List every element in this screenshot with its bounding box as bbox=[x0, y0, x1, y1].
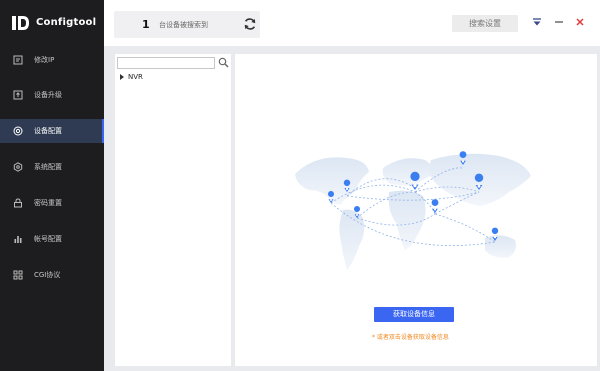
search-icon[interactable] bbox=[218, 57, 229, 68]
hint-text: * 或者双击设备获取设备信息 bbox=[372, 334, 449, 341]
sidebar-item-device-upgrade[interactable]: 设备升级 bbox=[0, 83, 104, 107]
sidebar-item-label: 设备升级 bbox=[34, 91, 62, 99]
minimize-icon[interactable] bbox=[553, 16, 565, 28]
refresh-icon[interactable] bbox=[243, 17, 257, 31]
sidebar-item-label: 修改IP bbox=[34, 56, 55, 64]
sidebar-item-label: 系统配置 bbox=[34, 163, 62, 171]
edit-ip-icon bbox=[13, 55, 23, 65]
world-map-illustration bbox=[295, 151, 531, 270]
app-name: Configtool bbox=[36, 17, 97, 28]
tree-node-nvr[interactable]: NVR bbox=[119, 73, 143, 81]
content-area: NVR 获取设备信息 * 或者双击设备获取设备信息 bbox=[104, 46, 600, 371]
tree-node-label: NVR bbox=[128, 73, 143, 81]
sidebar-item-edit-ip[interactable]: 修改IP bbox=[0, 48, 104, 72]
search-settings-button[interactable]: 搜索设置 bbox=[452, 15, 518, 32]
account-config-icon bbox=[14, 236, 22, 243]
app-logo: Configtool bbox=[0, 0, 104, 46]
tree-search-input[interactable] bbox=[117, 57, 215, 69]
device-count-box: 1 台设备被搜索到 bbox=[114, 11, 260, 38]
close-icon[interactable] bbox=[574, 16, 586, 28]
expand-caret-icon[interactable] bbox=[119, 73, 125, 81]
device-count-text: 台设备被搜索到 bbox=[159, 21, 208, 29]
device-count: 1 bbox=[142, 18, 150, 31]
app-logo-icon bbox=[12, 16, 29, 30]
sidebar-item-label: CGI协议 bbox=[34, 271, 61, 279]
sidebar-item-label: 帐号配置 bbox=[34, 235, 62, 243]
sidebar: Configtool 修改IP 设备升级 设备配置 系统配置 密码重置 帐号配置… bbox=[0, 0, 104, 371]
sidebar-item-cgi-protocol[interactable]: CGI协议 bbox=[0, 263, 104, 287]
sidebar-item-label: 设备配置 bbox=[34, 127, 62, 135]
upgrade-icon bbox=[13, 90, 23, 100]
sidebar-item-device-config[interactable]: 设备配置 bbox=[0, 119, 104, 143]
get-device-info-button[interactable]: 获取设备信息 bbox=[374, 307, 454, 322]
sidebar-item-label: 密码重置 bbox=[34, 199, 62, 207]
top-bar: 1 台设备被搜索到 搜索设置 bbox=[104, 0, 600, 46]
dropdown-menu-icon[interactable] bbox=[531, 16, 543, 28]
sidebar-item-account-config[interactable]: 帐号配置 bbox=[0, 227, 104, 251]
system-config-icon bbox=[13, 162, 23, 172]
device-config-icon bbox=[13, 126, 23, 136]
sidebar-item-system-config[interactable]: 系统配置 bbox=[0, 155, 104, 179]
device-tree-panel: NVR bbox=[115, 54, 231, 366]
password-reset-icon bbox=[14, 198, 22, 208]
cgi-protocol-icon bbox=[13, 270, 23, 280]
main-panel: 获取设备信息 * 或者双击设备获取设备信息 bbox=[235, 54, 597, 366]
sidebar-item-password-reset[interactable]: 密码重置 bbox=[0, 191, 104, 215]
